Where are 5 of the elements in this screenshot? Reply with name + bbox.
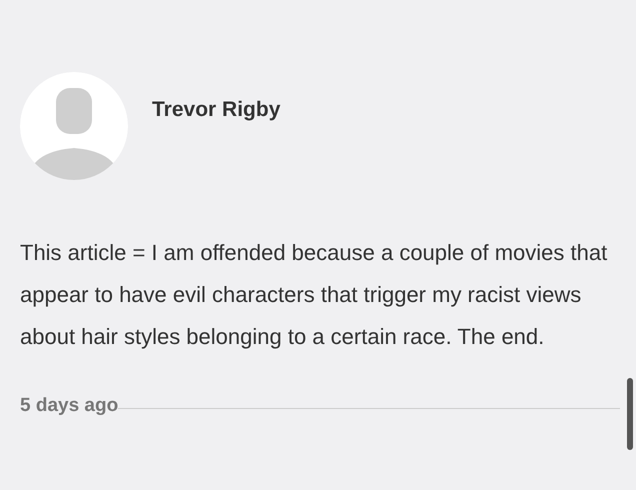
avatar-icon (20, 72, 128, 180)
comment-text: This article = I am offended because a couple of movies that appear to have evil characters that trigger my racist views about hair styles belonging to a certain race. The end. (20, 239, 608, 351)
scrollbar (627, 378, 633, 450)
timestamp: 5 days ago (20, 394, 118, 418)
author-name: Trevor Rigby (152, 97, 280, 123)
